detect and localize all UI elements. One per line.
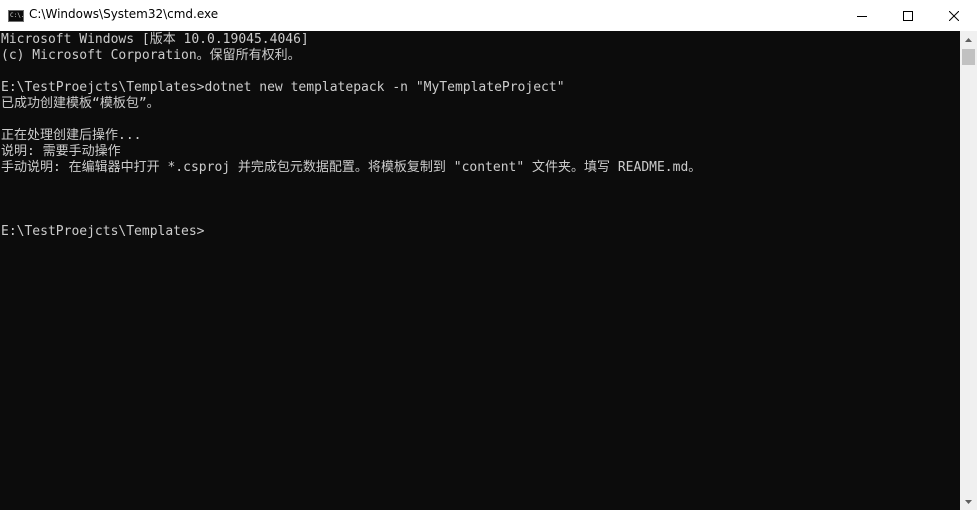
cmd-console-icon[interactable]: C:\. bbox=[8, 10, 24, 22]
vertical-scrollbar[interactable] bbox=[960, 31, 977, 510]
title-bar[interactable]: C:\. C:\Windows\System32\cmd.exe bbox=[0, 0, 977, 31]
console-line: 已成功创建模板“模板包”。 bbox=[1, 96, 160, 111]
console-line: 说明: 需要手动操作 bbox=[1, 144, 121, 159]
scroll-up-button[interactable] bbox=[960, 31, 977, 48]
console-line: (c) Microsoft Corporation。保留所有权利。 bbox=[1, 48, 301, 63]
scroll-down-button[interactable] bbox=[960, 493, 977, 510]
console-line: Microsoft Windows [版本 10.0.19045.4046] bbox=[1, 32, 309, 47]
minimize-icon bbox=[857, 15, 867, 17]
maximize-icon bbox=[903, 10, 913, 21]
console-line: 手动说明: 在编辑器中打开 *.csproj 并完成包元数据配置。将模板复制到 … bbox=[1, 160, 702, 175]
console-output[interactable]: Microsoft Windows [版本 10.0.19045.4046] (… bbox=[0, 31, 960, 510]
console-line: E:\TestProejcts\Templates>dotnet new tem… bbox=[1, 80, 565, 95]
maximize-button[interactable] bbox=[885, 0, 931, 31]
scroll-up-arrow-icon bbox=[965, 37, 972, 42]
scroll-thumb[interactable] bbox=[962, 49, 975, 65]
close-button[interactable] bbox=[931, 0, 977, 31]
scroll-down-arrow-icon bbox=[965, 499, 972, 504]
minimize-button[interactable] bbox=[839, 0, 885, 31]
close-icon bbox=[949, 10, 959, 21]
command-prompt[interactable]: E:\TestProejcts\Templates> bbox=[1, 224, 205, 240]
cmd-window: C:\. C:\Windows\System32\cmd.exe Microso… bbox=[0, 0, 977, 510]
console-line: 正在处理创建后操作... bbox=[1, 128, 142, 143]
window-title: C:\Windows\System32\cmd.exe bbox=[29, 7, 219, 21]
